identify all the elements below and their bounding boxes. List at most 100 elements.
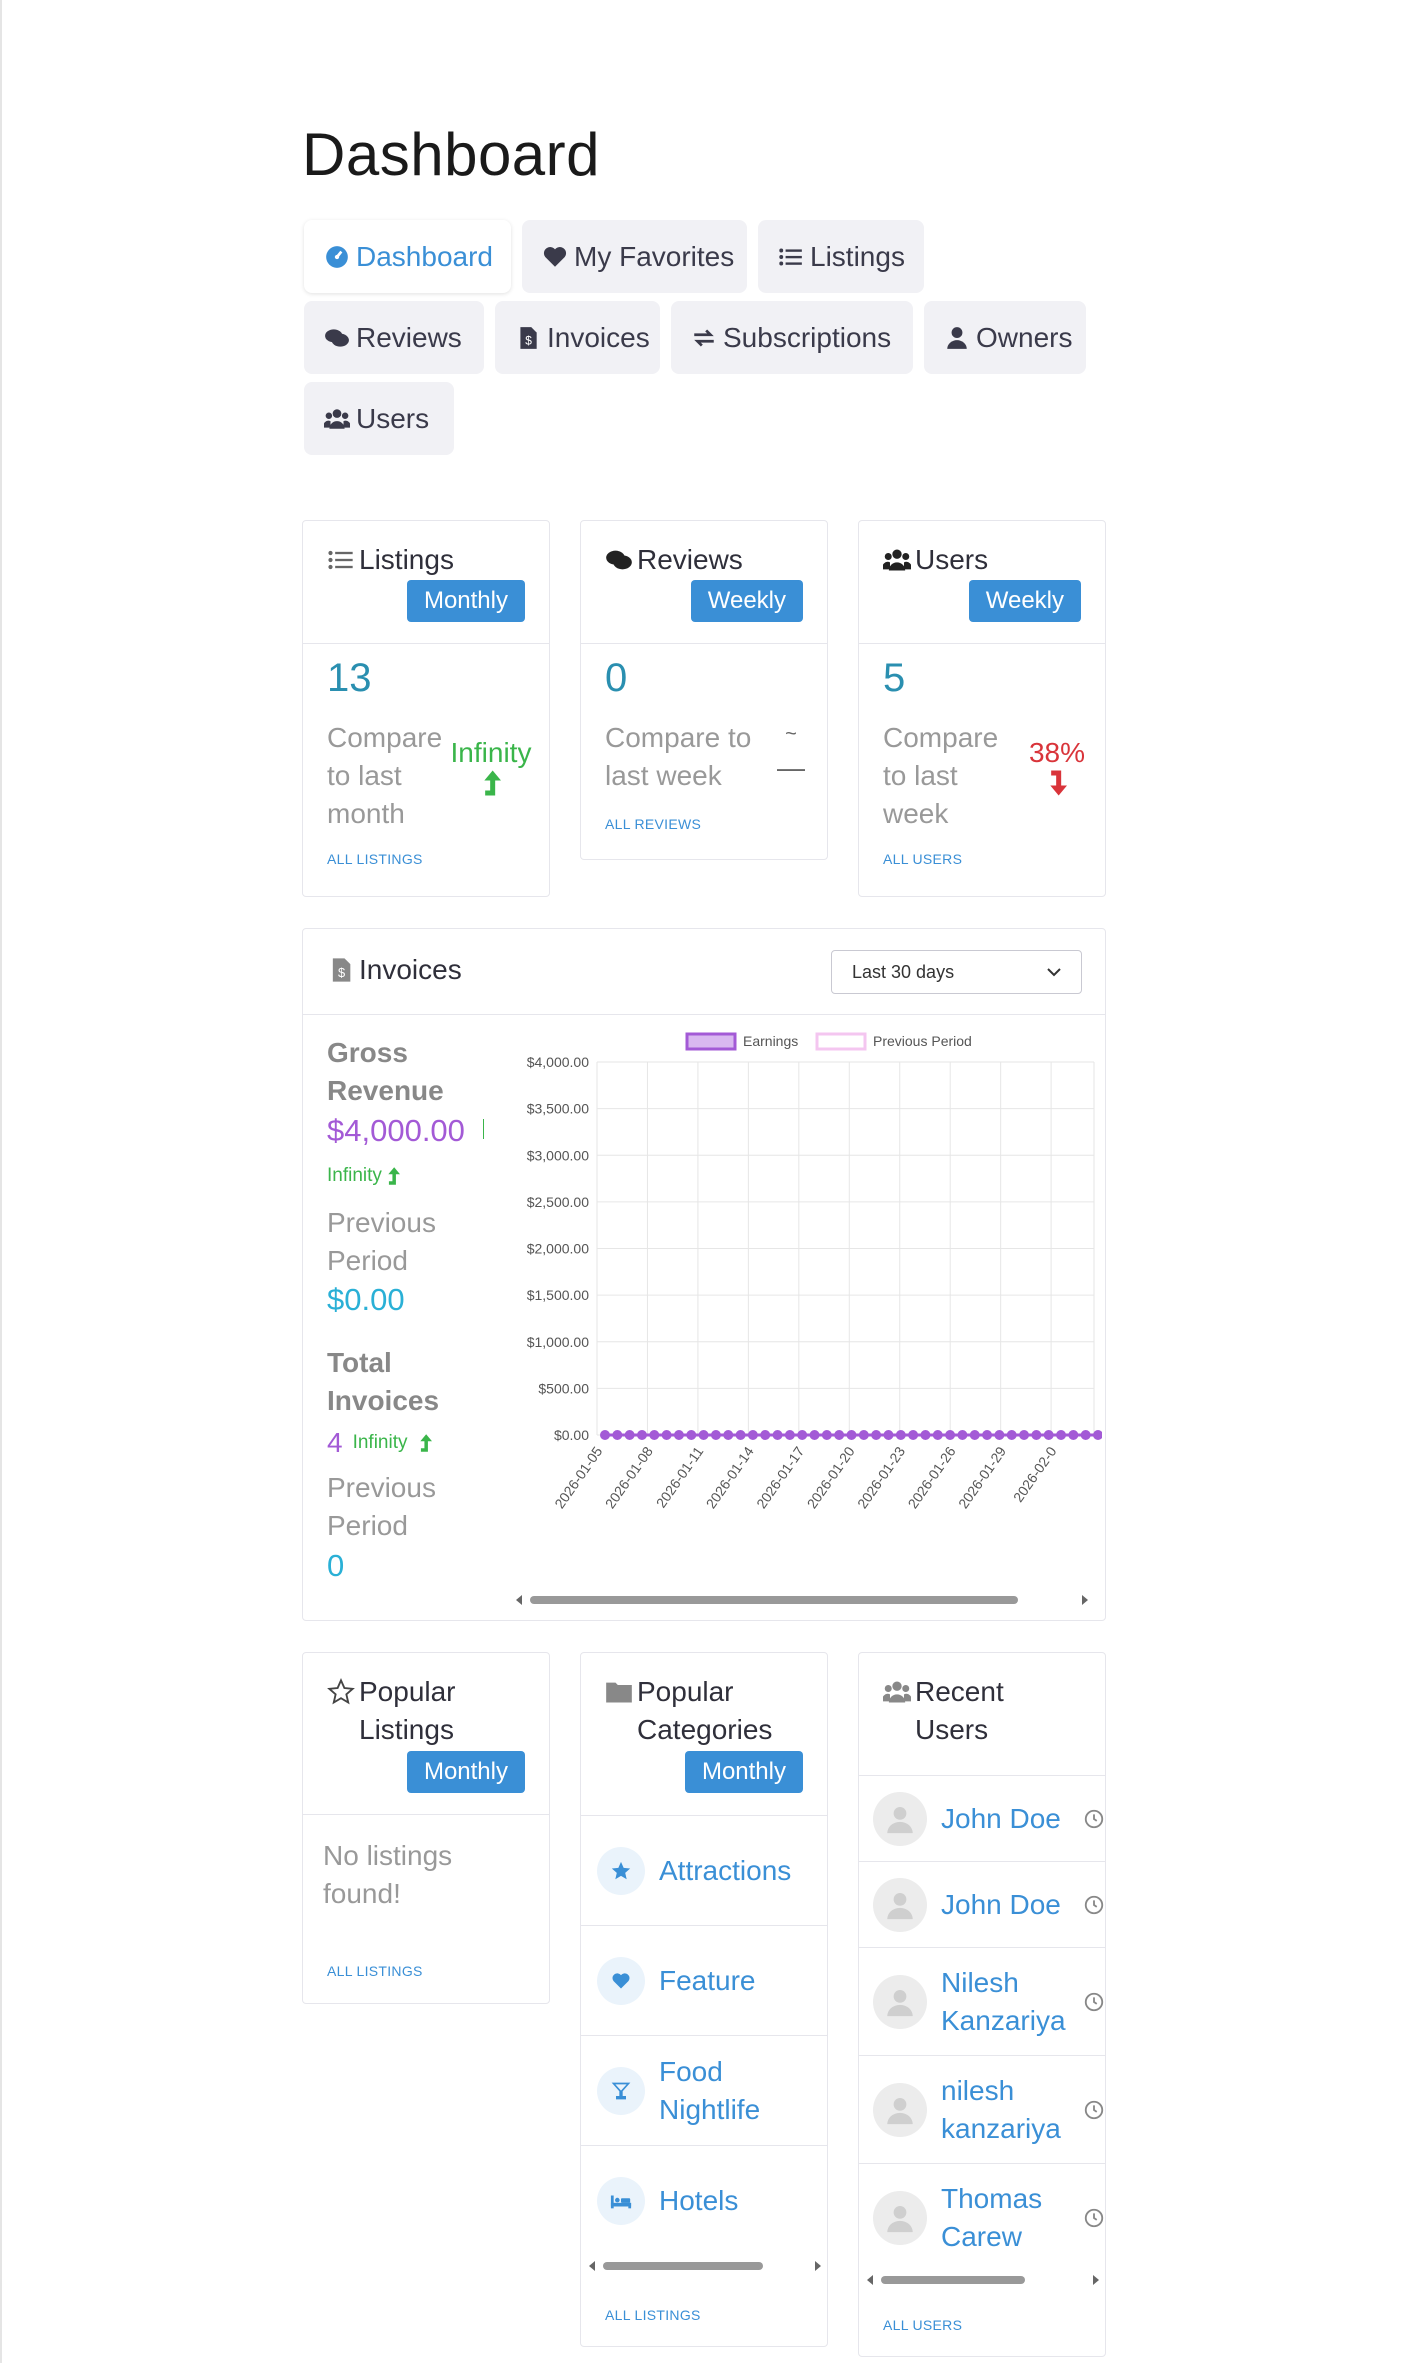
all-reviews-link[interactable]: ALL REVIEWS xyxy=(605,816,701,832)
all-listings-link[interactable]: ALL LISTINGS xyxy=(327,851,423,867)
card-header: Reviews Weekly xyxy=(581,521,827,644)
data-point xyxy=(636,1430,647,1440)
x-tick-label: 2026-01-29 xyxy=(955,1443,1009,1511)
all-users-link[interactable]: ALL USERS xyxy=(883,851,962,867)
users-scrollbar[interactable] xyxy=(865,2273,1101,2287)
user-item[interactable]: Thomas Carew xyxy=(859,2163,1105,2271)
period-monthly-button[interactable]: Monthly xyxy=(406,1751,525,1793)
card-header: Popular Listings Monthly xyxy=(303,1653,549,1815)
chart-svg: $0.00 $500.00 $1,000.00 $1,500.00 $2,000.00 $… xyxy=(527,1032,1103,1511)
data-point xyxy=(846,1430,857,1440)
category-item-attractions[interactable]: Attractions xyxy=(581,1815,827,1925)
period-weekly-button[interactable]: Weekly xyxy=(690,580,803,622)
card-title-text: Recent Users xyxy=(915,1676,1004,1745)
user-item[interactable]: nilesh kanzariya xyxy=(859,2055,1105,2163)
tab-owners[interactable]: Owners xyxy=(924,301,1086,374)
card-title-text: Invoices xyxy=(359,954,462,985)
tab-label: Dashboard xyxy=(356,240,493,272)
listings-count: 13 xyxy=(327,656,372,700)
total-invoices-value: 4 xyxy=(327,1427,343,1458)
x-tick-label: 2026-01-26 xyxy=(904,1443,958,1511)
empty-state-text: No listings found! xyxy=(323,1840,453,1909)
total-invoices-row: 4 Infinity xyxy=(327,1427,432,1459)
data-point xyxy=(612,1430,623,1440)
arrow-up-icon xyxy=(388,1167,400,1185)
all-users-link[interactable]: ALL USERS xyxy=(883,2317,962,2333)
avatar xyxy=(873,1877,927,1932)
category-item-food-nightlife[interactable]: Food Nightlife xyxy=(581,2035,827,2145)
tab-label: Users xyxy=(356,402,430,434)
category-label: Food Nightlife xyxy=(659,2055,761,2125)
card-title-text: Popular Categories xyxy=(637,1676,773,1745)
category-item-feature[interactable]: Feature xyxy=(581,1925,827,2035)
list-icon xyxy=(779,248,802,265)
card-header: Popular Categories Monthly xyxy=(581,1653,827,1815)
all-listings-link[interactable]: ALL LISTINGS xyxy=(327,1963,423,1979)
tab-label: Subscriptions xyxy=(723,321,892,353)
period-monthly-button[interactable]: Monthly xyxy=(406,580,525,622)
tab-my-favorites[interactable]: My Favorites xyxy=(522,220,747,293)
all-listings-link[interactable]: ALL LISTINGS xyxy=(605,2307,701,2323)
data-point xyxy=(858,1430,869,1440)
previous-period-label: Previous Period xyxy=(327,1472,436,1541)
user-item[interactable]: John Doe xyxy=(859,1861,1105,1947)
svg-text:$: $ xyxy=(338,965,345,980)
scrollbar-svg xyxy=(867,2275,1099,2285)
tab-listings[interactable]: Listings xyxy=(758,220,924,293)
category-icon-wrap xyxy=(597,1956,645,2005)
reviews-delta: ~ — xyxy=(771,717,811,785)
data-point xyxy=(649,1430,660,1440)
list-icon xyxy=(328,550,353,570)
y-tick-label: $3,000.00 xyxy=(527,1147,589,1163)
delta-value: Infinity xyxy=(450,737,532,768)
tab-invoices[interactable]: $ Invoices xyxy=(495,301,660,374)
delta-value: Infinity xyxy=(327,1165,382,1186)
delta-tilde: ~ xyxy=(785,723,797,745)
users-stat-card: Users Weekly 5 Compare to last week 38% … xyxy=(858,520,1106,897)
data-point xyxy=(784,1430,795,1440)
user-item[interactable]: Nilesh Kanzariya xyxy=(859,1947,1105,2055)
data-point xyxy=(1080,1430,1091,1440)
x-tick-label: 2026-01-08 xyxy=(602,1443,656,1511)
card-title: Reviews xyxy=(605,541,743,579)
heart-icon xyxy=(612,1972,630,1988)
tab-users[interactable]: Users xyxy=(304,382,454,455)
chart-scrollbar[interactable] xyxy=(512,1593,1092,1607)
user-item[interactable]: John Doe xyxy=(859,1775,1105,1861)
date-range-select[interactable]: Last 30 days xyxy=(831,950,1082,994)
period-monthly-button[interactable]: Monthly xyxy=(684,1751,803,1793)
data-point xyxy=(920,1430,931,1440)
user-placeholder-icon xyxy=(887,1989,913,2016)
comments-icon xyxy=(606,550,632,570)
scrollbar-svg xyxy=(589,2261,821,2271)
y-tick-label: $4,000.00 xyxy=(527,1054,589,1070)
user-name: Thomas Carew xyxy=(941,2182,1043,2252)
arrow-down-icon xyxy=(1050,770,1067,796)
card-title-text: Users xyxy=(915,544,989,575)
card-title-text: Reviews xyxy=(637,544,743,575)
y-tick-label: $500.00 xyxy=(538,1380,589,1396)
legend-swatch-previous xyxy=(815,1032,867,1051)
data-point xyxy=(871,1430,882,1440)
tab-subscriptions[interactable]: Subscriptions xyxy=(671,301,913,374)
data-point xyxy=(982,1430,993,1440)
page-title: Dashboard xyxy=(302,121,601,188)
avatar xyxy=(873,1974,927,2029)
tab-dashboard[interactable]: Dashboard xyxy=(304,220,511,293)
category-label: Attractions xyxy=(659,1854,792,1886)
tab-reviews[interactable]: Reviews xyxy=(304,301,484,374)
star-icon xyxy=(611,1861,631,1879)
category-item-hotels[interactable]: Hotels xyxy=(581,2145,827,2255)
categories-scrollbar[interactable] xyxy=(587,2259,823,2273)
y-tick-label: $1,500.00 xyxy=(527,1287,589,1303)
data-point xyxy=(1031,1430,1042,1440)
clock-icon xyxy=(1084,1809,1104,1828)
card-header: Users Weekly xyxy=(859,521,1105,644)
period-weekly-button[interactable]: Weekly xyxy=(968,580,1081,622)
users-delta: 38% xyxy=(1017,736,1097,804)
tab-label: Reviews xyxy=(356,321,462,353)
bed-icon xyxy=(610,2195,632,2208)
arrow-up-icon xyxy=(419,1434,432,1452)
clock-icon xyxy=(1084,2208,1104,2227)
compare-text: Compare to last month xyxy=(327,722,443,829)
